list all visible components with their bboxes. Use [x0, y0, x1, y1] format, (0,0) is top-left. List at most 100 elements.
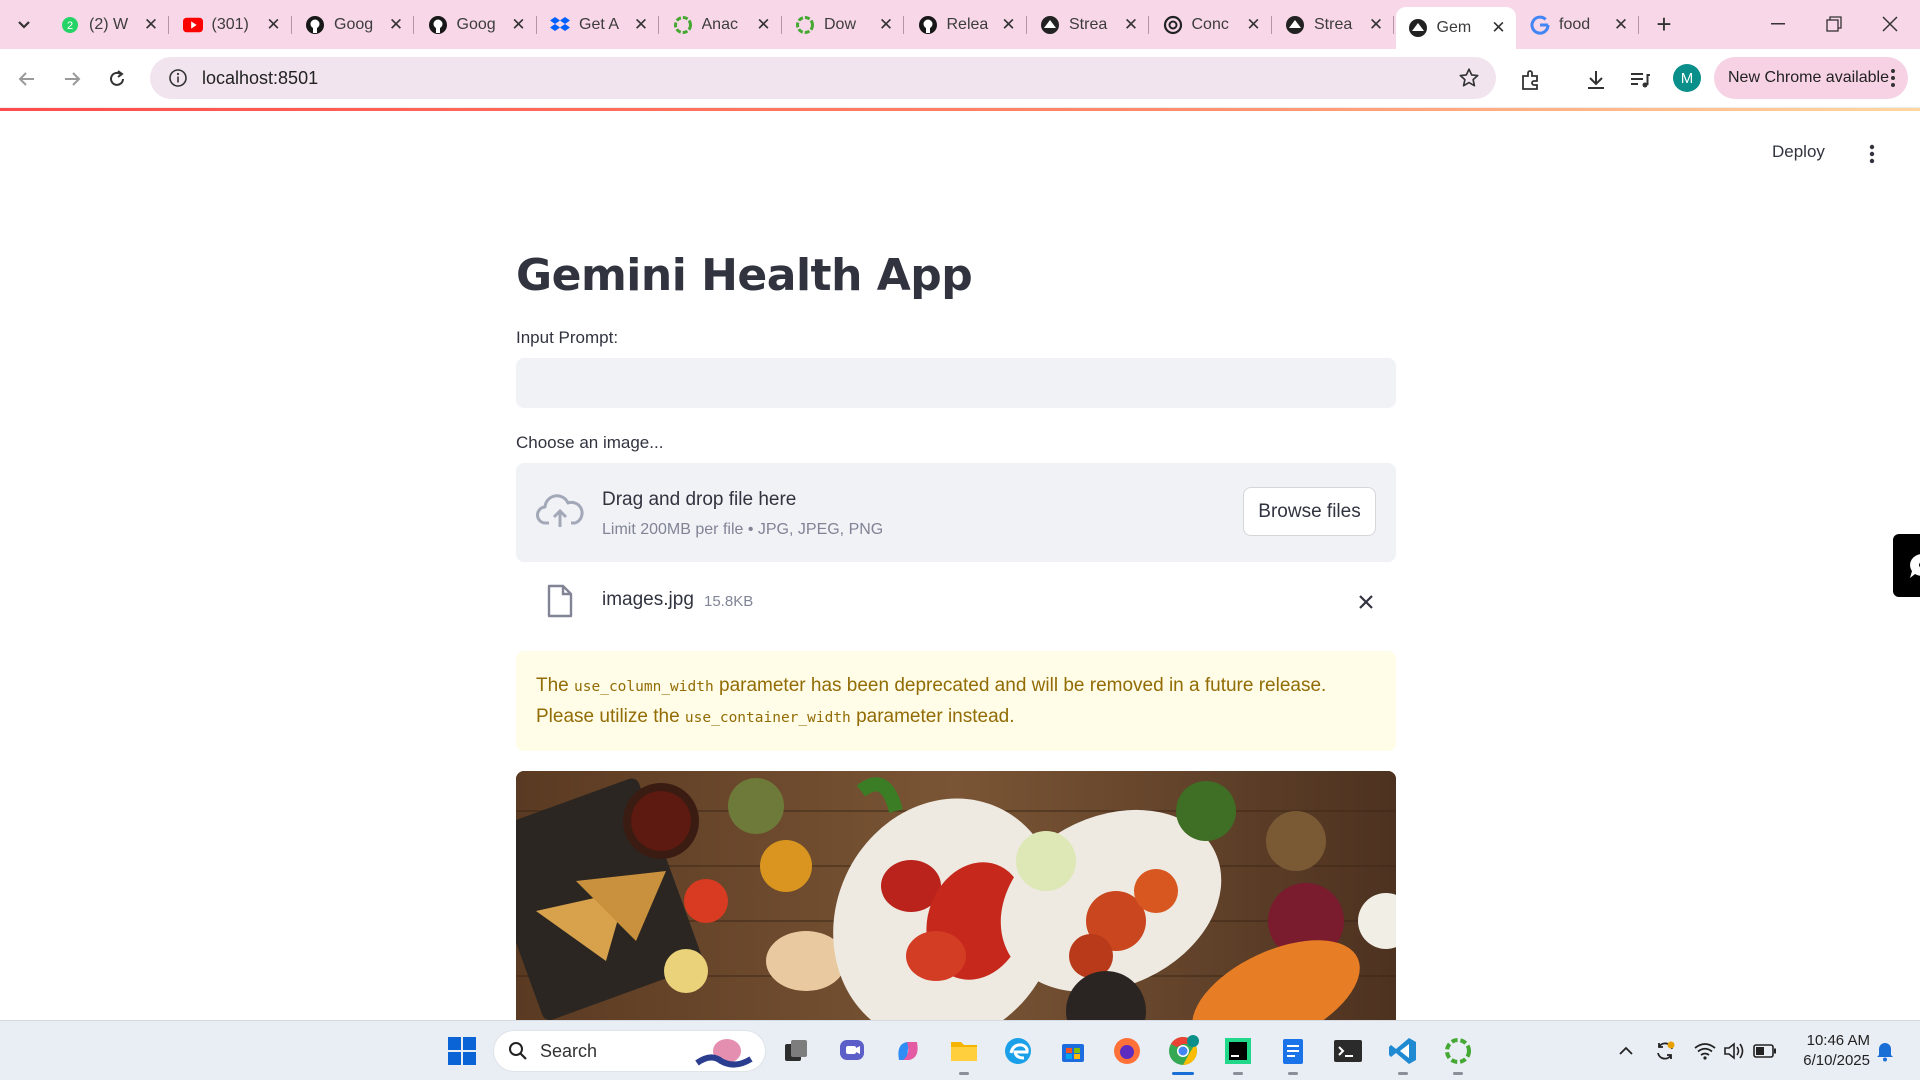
uploaded-file-item: images.jpg 15.8KB	[516, 578, 1396, 624]
browser-tab[interactable]: Dow ✕	[783, 8, 904, 42]
notifications-bell-icon[interactable]	[1873, 1039, 1897, 1063]
show-hidden-icons-button[interactable]	[1614, 1039, 1638, 1063]
notepad-icon	[1283, 1039, 1303, 1064]
copilot-app[interactable]	[888, 1031, 928, 1071]
task-view-button[interactable]	[776, 1031, 816, 1071]
anaconda-app[interactable]	[1438, 1031, 1478, 1071]
anaconda-icon	[1445, 1038, 1471, 1064]
tab-close-icon[interactable]: ✕	[632, 15, 650, 34]
reload-button[interactable]	[102, 64, 132, 94]
tab-separator	[1393, 16, 1394, 34]
vscode-app[interactable]	[1383, 1031, 1423, 1071]
anaconda-icon	[795, 15, 815, 35]
search-highlight-icon	[695, 1039, 753, 1068]
back-button[interactable]	[12, 64, 42, 94]
browser-tab[interactable]: Goog ✕	[293, 8, 414, 42]
tab-title: food	[1559, 16, 1591, 33]
bookmark-star-icon[interactable]	[1458, 67, 1480, 94]
store-app[interactable]	[1053, 1031, 1093, 1071]
tab-close-icon[interactable]: ✕	[755, 15, 773, 34]
tab-close-icon[interactable]: ✕	[265, 15, 283, 34]
cloud-upload-icon	[536, 491, 584, 536]
google-icon	[1530, 15, 1550, 35]
tab-title: Goog	[334, 16, 374, 33]
firefox-app[interactable]	[1107, 1031, 1147, 1071]
arrow-left-icon	[18, 72, 34, 86]
tab-separator	[1148, 16, 1149, 34]
warning-text-3: parameter instead.	[850, 706, 1015, 727]
chrome-menu-icon[interactable]	[1890, 67, 1896, 94]
terminal-app[interactable]	[1328, 1031, 1368, 1071]
chrome-icon	[1169, 1035, 1199, 1065]
teams-app[interactable]	[832, 1031, 872, 1071]
tab-close-icon[interactable]: ✕	[1367, 15, 1385, 34]
browser-tab[interactable]: Conc ✕	[1151, 8, 1272, 42]
file-dropzone[interactable]: Drag and drop file here Limit 200MB per …	[516, 463, 1396, 562]
tab-close-icon[interactable]: ✕	[510, 15, 528, 34]
tab-close-icon[interactable]: ✕	[1000, 15, 1018, 34]
tab-close-icon[interactable]: ✕	[1245, 15, 1263, 34]
address-bar[interactable]: localhost:8501	[150, 57, 1496, 99]
notepad-app[interactable]	[1273, 1031, 1313, 1071]
url-text[interactable]: localhost:8501	[202, 68, 318, 89]
browser-tab[interactable]: food ✕	[1518, 8, 1639, 42]
browser-tab[interactable]: (301) ✕	[171, 8, 292, 42]
download-icon[interactable]	[1583, 67, 1609, 93]
deploy-button[interactable]: Deploy	[1772, 142, 1825, 162]
browser-tab[interactable]: Get A ✕	[538, 8, 659, 42]
browser-tab[interactable]: Strea ✕	[1028, 8, 1149, 42]
tab-close-icon[interactable]: ✕	[1122, 15, 1140, 34]
sync-tray-icon[interactable]	[1653, 1039, 1677, 1063]
input-prompt-field[interactable]	[516, 358, 1396, 408]
tab-close-icon[interactable]: ✕	[387, 15, 405, 34]
media-controls-icon[interactable]	[1627, 67, 1653, 93]
tab-title: Gem	[1436, 19, 1472, 36]
image-uploader-label: Choose an image...	[516, 433, 664, 452]
wifi-icon[interactable]	[1693, 1039, 1717, 1063]
file-explorer-app[interactable]	[944, 1031, 984, 1071]
browser-tab[interactable]: Anac ✕	[661, 8, 782, 42]
pycharm-app[interactable]	[1218, 1031, 1258, 1071]
minimize-icon	[1771, 23, 1785, 25]
main-menu-icon[interactable]	[1862, 142, 1882, 166]
dropzone-title: Drag and drop file here	[602, 489, 797, 510]
tab-title: Get A	[579, 16, 620, 33]
profile-avatar[interactable]: M	[1673, 64, 1701, 92]
running-indicator	[1288, 1072, 1298, 1075]
restore-button[interactable]	[1806, 0, 1862, 48]
tab-close-icon[interactable]: ✕	[142, 15, 160, 34]
battery-icon[interactable]	[1753, 1039, 1777, 1063]
edge-app[interactable]	[998, 1031, 1038, 1071]
folder-icon	[951, 1042, 977, 1061]
edge-icon	[1005, 1038, 1031, 1064]
browser-tab[interactable]: 2 (2) W ✕	[48, 8, 169, 42]
taskbar-search[interactable]: Search	[493, 1030, 766, 1072]
site-info-icon[interactable]	[156, 68, 200, 88]
browser-tab[interactable]: Strea ✕	[1273, 8, 1394, 42]
tab-close-icon[interactable]: ✕	[1490, 18, 1508, 37]
browser-tab[interactable]: Goog ✕	[416, 8, 537, 42]
extensions-icon[interactable]	[1518, 67, 1544, 93]
firefox-icon	[1114, 1038, 1140, 1064]
deprecation-warning: The use_column_width parameter has been …	[516, 651, 1396, 751]
volume-icon[interactable]	[1722, 1039, 1746, 1063]
remove-file-button[interactable]	[1352, 588, 1380, 616]
browser-tab[interactable]: Relea ✕	[906, 8, 1027, 42]
new-tab-button[interactable]: +	[1650, 9, 1678, 39]
system-clock[interactable]: 10:46 AM 6/10/2025	[1790, 1031, 1870, 1071]
new-chrome-available-button[interactable]: New Chrome available	[1714, 57, 1908, 99]
whatsapp-icon: 2	[60, 15, 80, 35]
close-window-button[interactable]	[1862, 0, 1918, 48]
browser-tab[interactable]: Gem ✕	[1395, 7, 1516, 49]
chrome-app[interactable]	[1163, 1031, 1203, 1071]
tab-close-icon[interactable]: ✕	[877, 15, 895, 34]
warning-code-2: use_container_width	[684, 710, 851, 726]
tab-close-icon[interactable]: ✕	[1612, 15, 1630, 34]
browse-files-button[interactable]: Browse files	[1243, 487, 1376, 536]
chat-widget-button[interactable]	[1893, 534, 1920, 597]
tab-search-button[interactable]	[10, 12, 38, 38]
minimize-button[interactable]	[1750, 0, 1806, 48]
start-button[interactable]	[442, 1031, 482, 1071]
forward-button[interactable]	[57, 64, 87, 94]
tab-title: Conc	[1191, 16, 1229, 33]
